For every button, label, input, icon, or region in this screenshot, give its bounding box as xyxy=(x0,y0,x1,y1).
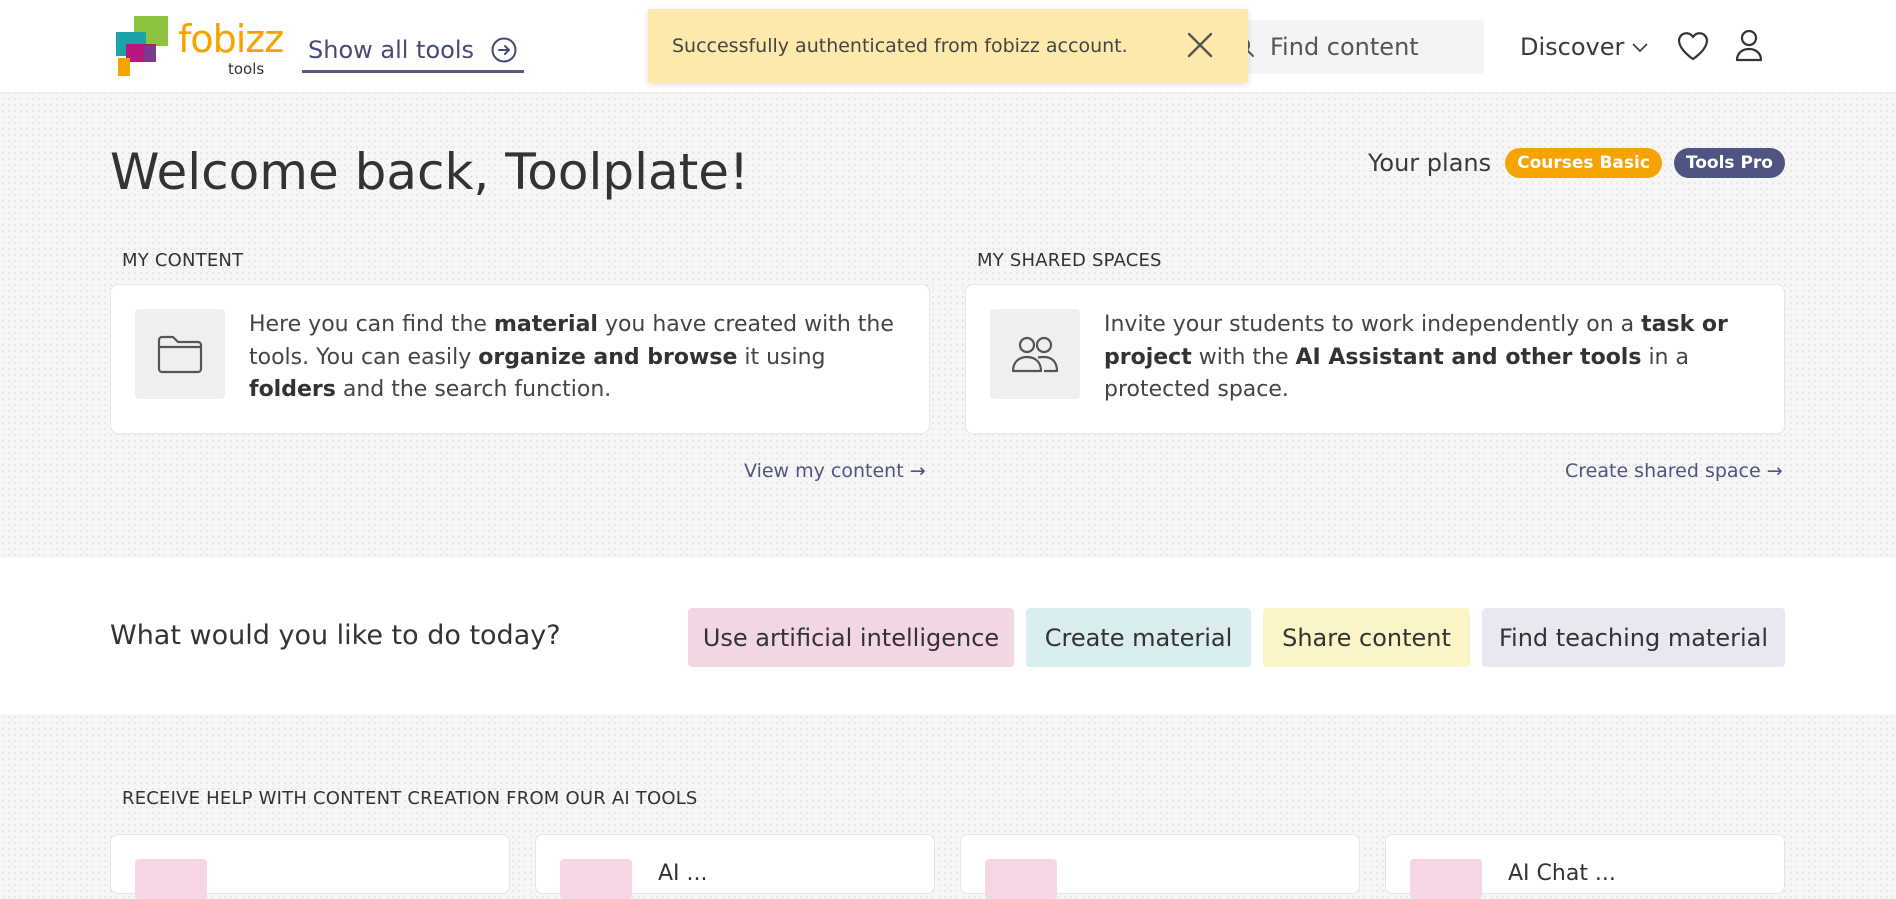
ai-tool-title: AI ... xyxy=(658,861,708,886)
text-part: Here you can find the xyxy=(249,312,494,337)
ai-tool-card[interactable] xyxy=(960,834,1360,899)
text-part: it using xyxy=(737,344,826,370)
use-ai-button[interactable]: Use artificial intelligence xyxy=(688,608,1014,667)
plans-label: Your plans xyxy=(1367,149,1492,177)
view-my-content-link[interactable]: View my content → xyxy=(744,460,926,482)
discover-menu[interactable]: Discover xyxy=(1520,30,1649,64)
arrow-circle-right-icon xyxy=(490,36,518,64)
actions-question: What would you like to do today? xyxy=(110,620,561,651)
text-part: Invite your students to work independent… xyxy=(1104,312,1642,337)
create-shared-space-link[interactable]: Create shared space → xyxy=(1565,460,1783,482)
text-emphasis: folders xyxy=(249,377,336,402)
actions-band: What would you like to do today? Use art… xyxy=(0,558,1896,714)
create-material-button[interactable]: Create material xyxy=(1026,608,1251,667)
chevron-down-icon xyxy=(1632,38,1649,57)
text-emphasis: organize and browse xyxy=(478,344,738,370)
text-emphasis: AI Assistant and other tools xyxy=(1295,344,1642,370)
ai-tool-card[interactable]: AI ... xyxy=(535,834,935,899)
success-toast: Successfully authenticated from fobizz a… xyxy=(648,9,1248,83)
show-all-tools-link[interactable]: Show all tools xyxy=(302,30,525,73)
plan-badge-tools[interactable]: Tools Pro xyxy=(1673,148,1785,178)
ai-tools-heading: RECEIVE HELP WITH CONTENT CREATION FROM … xyxy=(122,788,698,809)
logo-tile-orange xyxy=(118,58,130,76)
ai-tool-title: AI Chat ... xyxy=(1508,861,1616,886)
text-emphasis: material xyxy=(493,312,598,337)
ai-tool-card[interactable]: AI Chat ... xyxy=(1385,834,1785,899)
my-content-description: Here you can find the material you have … xyxy=(249,309,909,407)
search-box xyxy=(1222,20,1484,74)
ai-tool-tile xyxy=(985,859,1057,899)
user-icon[interactable] xyxy=(1734,28,1764,66)
shared-spaces-heading: MY SHARED SPACES xyxy=(977,250,1162,271)
ai-tool-tile xyxy=(560,859,632,899)
plans-summary: Your plans Courses Basic Tools Pro xyxy=(1368,148,1785,178)
my-content-heading: MY CONTENT xyxy=(122,250,244,271)
show-all-tools-label: Show all tools xyxy=(308,36,475,64)
folder-icon xyxy=(135,309,225,399)
find-teaching-material-button[interactable]: Find teaching material xyxy=(1482,608,1785,667)
ai-tool-tile xyxy=(135,859,207,899)
text-part: with the xyxy=(1191,344,1296,370)
heart-icon[interactable] xyxy=(1676,30,1710,66)
close-icon[interactable] xyxy=(1186,31,1214,63)
logo-wordmark: fobizz xyxy=(178,17,284,61)
search-input[interactable] xyxy=(1268,32,1472,62)
users-icon xyxy=(990,309,1080,399)
shared-spaces-card[interactable]: Invite your students to work independent… xyxy=(965,284,1785,434)
page-title: Welcome back, Toolplate! xyxy=(110,143,750,201)
logo-tile-purple xyxy=(144,46,156,62)
logo-subtitle: tools xyxy=(228,60,265,78)
plan-badge-courses[interactable]: Courses Basic xyxy=(1505,148,1662,178)
fobizz-logo[interactable]: fobizz tools xyxy=(116,16,284,78)
toast-message: Successfully authenticated from fobizz a… xyxy=(672,35,1128,57)
ai-tool-card[interactable] xyxy=(110,834,510,899)
shared-spaces-description: Invite your students to work independent… xyxy=(1104,309,1764,407)
ai-tool-tile xyxy=(1410,859,1482,899)
share-content-button[interactable]: Share content xyxy=(1263,608,1470,667)
text-part: and the search function. xyxy=(335,377,612,402)
my-content-card[interactable]: Here you can find the material you have … xyxy=(110,284,930,434)
discover-label: Discover xyxy=(1520,33,1625,61)
